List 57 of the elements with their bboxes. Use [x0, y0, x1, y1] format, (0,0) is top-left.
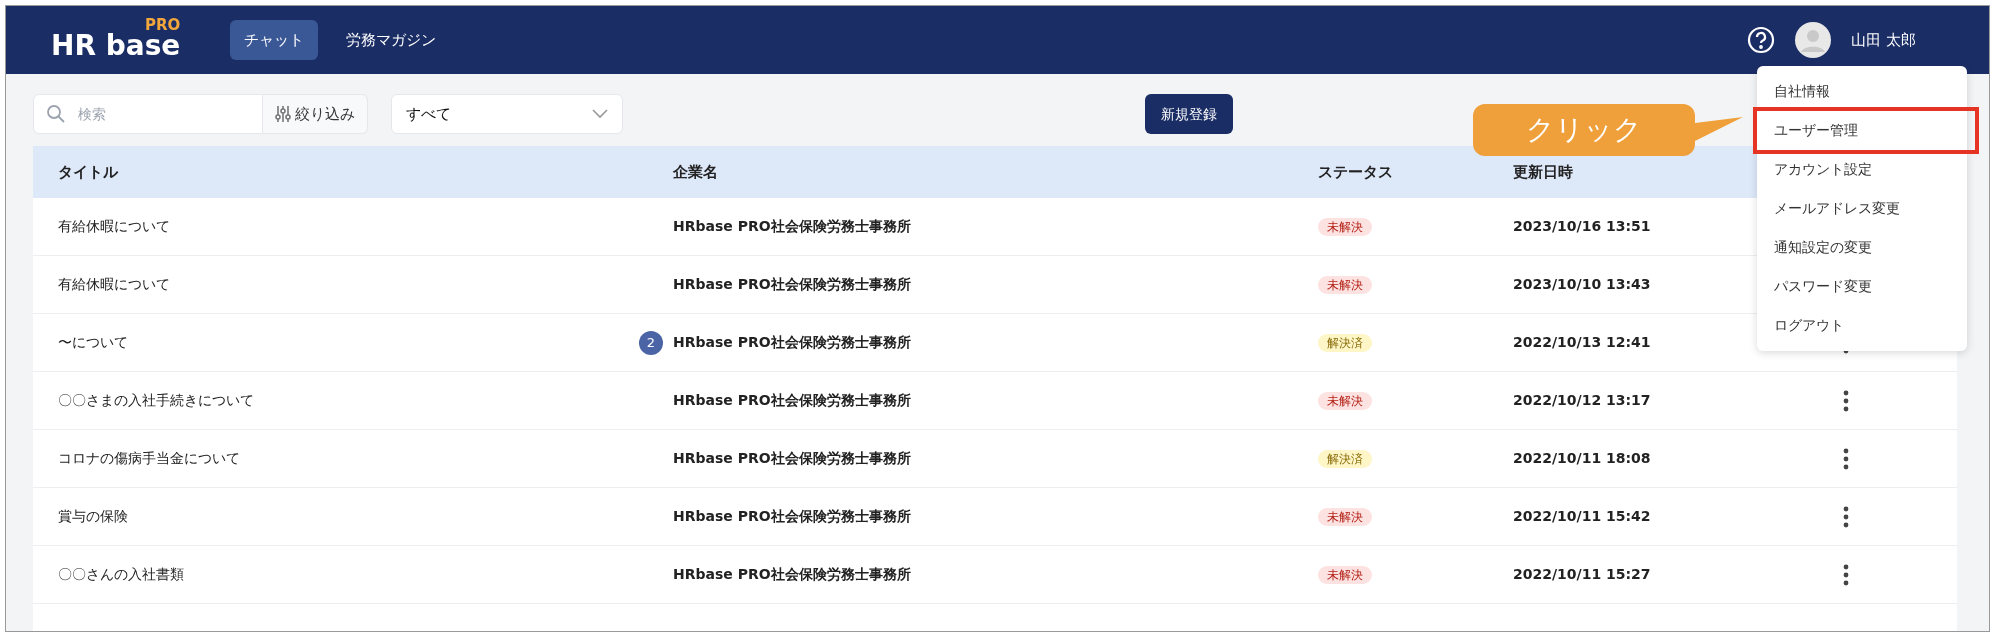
menu-item[interactable]: アカウント設定 — [1757, 150, 1967, 189]
chat-title[interactable]: 有給休暇について — [58, 274, 663, 295]
status-badge: 解決済 — [1318, 334, 1372, 352]
updated-time: 2022/10/11 15:42 — [1513, 508, 1651, 524]
column-header: 企業名 — [673, 161, 719, 183]
status-badge: 解決済 — [1318, 450, 1372, 468]
menu-item[interactable]: パスワード変更 — [1757, 267, 1967, 306]
chat-title[interactable]: 〇〇さんの入社書類 — [58, 564, 663, 585]
status-badge: 未解決 — [1318, 508, 1372, 526]
user-name[interactable]: 山田 太郎 — [1851, 28, 1916, 52]
sliders-icon — [275, 105, 291, 123]
column-header: 更新日時 — [1513, 161, 1574, 183]
status-badge: 未解決 — [1318, 392, 1372, 410]
status-badge: 未解決 — [1318, 566, 1372, 584]
filter-button[interactable]: 絞り込み — [263, 94, 368, 134]
menu-item[interactable]: ログアウト — [1757, 306, 1967, 345]
nav-tab[interactable]: 労務マガジン — [332, 20, 451, 60]
chat-title[interactable]: 有給休暇について — [58, 216, 663, 237]
updated-time: 2022/10/11 18:08 — [1513, 450, 1651, 466]
company-name: HRbase PRO社会保険労務士事務所 — [673, 391, 912, 410]
chat-title[interactable]: 賞与の保険 — [58, 506, 663, 527]
company-name: HRbase PRO社会保険労務士事務所 — [673, 507, 912, 526]
search-field[interactable]: 検索 — [33, 94, 263, 134]
status-badge: 未解決 — [1318, 276, 1372, 294]
menu-item[interactable]: メールアドレス変更 — [1757, 189, 1967, 228]
updated-time: 2022/10/11 15:27 — [1513, 566, 1651, 582]
logo[interactable]: HR base PRO — [51, 20, 181, 60]
updated-time: 2023/10/10 13:43 — [1513, 276, 1651, 292]
updated-time: 2023/10/16 13:51 — [1513, 218, 1651, 234]
more-icon[interactable] — [1843, 505, 1849, 528]
chat-title[interactable]: コロナの傷病手当金について — [58, 448, 663, 469]
new-button[interactable]: 新規登録 — [1145, 94, 1233, 134]
menu-item[interactable]: 自社情報 — [1757, 72, 1967, 111]
more-icon[interactable] — [1843, 447, 1849, 470]
more-icon[interactable] — [1843, 563, 1849, 586]
chevron-down-icon — [592, 109, 608, 119]
updated-time: 2022/10/13 12:41 — [1513, 334, 1651, 350]
avatar-icon[interactable] — [1795, 22, 1832, 58]
chat-title[interactable]: 〇〇さまの入社手続きについて — [58, 390, 663, 411]
company-name: HRbase PRO社会保険労務士事務所 — [673, 449, 912, 468]
callout: クリック — [1473, 104, 1695, 156]
status-badge: 未解決 — [1318, 218, 1372, 236]
updated-time: 2022/10/12 13:17 — [1513, 392, 1651, 408]
unread-count: 2 — [639, 330, 663, 355]
menu-item[interactable]: 通知設定の変更 — [1757, 228, 1967, 267]
column-header: ステータス — [1318, 161, 1394, 183]
nav-tab[interactable]: チャット — [230, 20, 319, 60]
company-name: HRbase PRO社会保険労務士事務所 — [673, 333, 912, 352]
help-icon[interactable] — [1747, 26, 1776, 54]
status-select[interactable]: すべて — [391, 94, 623, 134]
company-name: HRbase PRO社会保険労務士事務所 — [673, 217, 912, 236]
company-name: HRbase PRO社会保険労務士事務所 — [673, 275, 912, 294]
more-icon[interactable] — [1843, 389, 1849, 412]
column-header: タイトル — [57, 161, 119, 183]
chat-title[interactable]: 〜について — [58, 332, 639, 353]
company-name: HRbase PRO社会保険労務士事務所 — [673, 565, 912, 584]
search-icon — [46, 104, 66, 124]
